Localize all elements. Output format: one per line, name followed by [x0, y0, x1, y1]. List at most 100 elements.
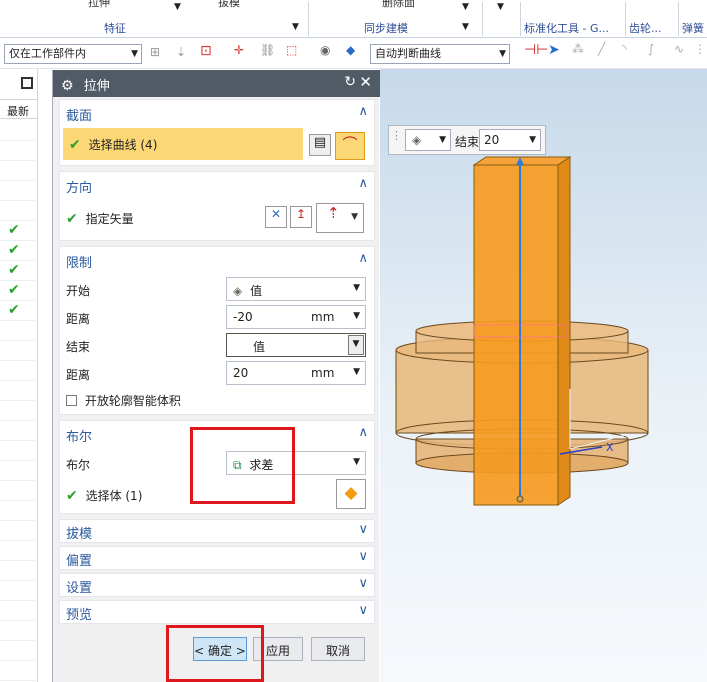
target-icon[interactable]: ✛ — [234, 43, 244, 57]
chevron-down-icon[interactable]: ▼ — [462, 22, 469, 32]
ribbon-group-sync-modeling[interactable]: 同步建模 — [364, 20, 408, 36]
table-row[interactable] — [0, 561, 38, 581]
settings-header[interactable]: 设置 ∨ — [60, 574, 374, 596]
ribbon-top-extrude[interactable]: 拉伸 — [88, 0, 110, 10]
reverse-direction-icon[interactable]: ✕ — [265, 206, 287, 228]
dialog-titlebar[interactable]: ⚙ 拉伸 ↻ ✕ — [53, 70, 380, 97]
more-icon[interactable]: ⋮ — [694, 42, 706, 56]
ribbon-group-springs[interactable]: 弹簧 — [682, 20, 704, 36]
table-row[interactable] — [0, 141, 38, 161]
stop-at-intersection-icon[interactable]: ⊣⊢ — [524, 42, 548, 58]
column-header-latest[interactable]: 最新 — [0, 99, 38, 119]
chevron-down-icon: ▼ — [353, 457, 360, 467]
curve-select-icon[interactable]: ⌒ — [335, 132, 365, 160]
table-row[interactable] — [0, 361, 38, 381]
close-icon[interactable]: ✕ — [359, 73, 372, 91]
curve-rule-select[interactable]: 自动判断曲线 ▼ — [370, 44, 510, 64]
handle-point[interactable] — [516, 495, 524, 503]
graphics-viewport[interactable]: ⋮ ◈ ▼ 结束 20 ▼ X — [380, 69, 707, 682]
sketch-section-icon[interactable]: ▤ — [309, 134, 331, 156]
chevron-up-icon[interactable]: ∧ — [358, 176, 368, 191]
point-snap-icon[interactable]: ⊡ — [200, 43, 212, 59]
gear-icon[interactable]: ⚙ — [61, 78, 74, 94]
table-row[interactable] — [0, 401, 38, 421]
table-row[interactable] — [0, 481, 38, 501]
table-row[interactable] — [0, 341, 38, 361]
ribbon-group-feature[interactable]: 特征 — [104, 20, 126, 36]
ribbon-group-std-tools[interactable]: 标准化工具 - G... — [524, 20, 609, 36]
end-type-select[interactable]: 值 ▼ — [226, 333, 366, 357]
table-row[interactable] — [0, 601, 38, 621]
chevron-down-icon[interactable]: ∨ — [358, 549, 368, 564]
table-row[interactable] — [0, 321, 38, 341]
vector-dialog-icon[interactable]: ↥ — [290, 206, 312, 228]
table-row[interactable]: ✔ — [0, 261, 38, 281]
ribbon-top-delete-face[interactable]: 删除面 — [382, 0, 415, 10]
line-icon[interactable]: ╱ — [598, 42, 605, 56]
chevron-down-icon[interactable]: ∨ — [358, 522, 368, 537]
direction-header[interactable]: 方向 ∧ — [60, 172, 374, 198]
table-row[interactable] — [0, 201, 38, 221]
curve-icon[interactable]: ∫ — [648, 42, 654, 56]
table-row[interactable] — [0, 121, 38, 141]
table-row[interactable]: ✔ — [0, 241, 38, 261]
table-row[interactable] — [0, 641, 38, 661]
chevron-down-icon[interactable]: ▼ — [292, 22, 299, 32]
preview-header[interactable]: 预览 ∨ — [60, 601, 374, 623]
table-row[interactable] — [0, 381, 38, 401]
open-profile-checkbox[interactable] — [66, 395, 77, 406]
follow-fillet-icon[interactable]: ➤ — [548, 42, 560, 58]
maximize-icon[interactable] — [21, 77, 33, 89]
start-distance-input[interactable]: -20 mm ▼ — [226, 305, 366, 329]
section-header[interactable]: 截面 ∧ — [60, 100, 374, 126]
table-row[interactable] — [0, 181, 38, 201]
measure-icon[interactable]: ⛓ — [260, 43, 275, 57]
table-row[interactable] — [0, 421, 38, 441]
table-row[interactable] — [0, 521, 38, 541]
select-body-row[interactable]: ✔ 选择体 (1) — [66, 487, 142, 504]
draft-header[interactable]: 拔模 ∨ — [60, 520, 374, 542]
table-row[interactable]: ✔ — [0, 301, 38, 321]
start-type-select[interactable]: ◈ 值 ▼ — [226, 277, 366, 301]
cube-icon[interactable]: ◆ — [346, 43, 355, 57]
snap-tool-icon[interactable]: ⇣ — [176, 45, 186, 59]
table-row[interactable] — [0, 661, 38, 681]
table-row[interactable] — [0, 501, 38, 521]
end-distance-input[interactable]: 20 mm ▼ — [226, 361, 366, 385]
chevron-up-icon[interactable]: ∧ — [358, 104, 368, 119]
vector-type-dropdown[interactable]: ⇡ ▼ — [316, 203, 364, 233]
select-curve-row[interactable]: ✔ 选择曲线 (4) — [63, 128, 303, 160]
table-row[interactable] — [0, 461, 38, 481]
ribbon-top-draft[interactable]: 拔模 — [218, 0, 240, 10]
open-profile-row[interactable]: 开放轮廓智能体积 — [66, 392, 181, 409]
extrude-dialog: ⚙ 拉伸 ↻ ✕ 截面 ∧ ✔ 选择曲线 (4) ▤ ⌒ 方向 ∧ ✔ 指定矢量… — [52, 70, 380, 682]
feature-curves-icon[interactable]: ⁂ — [572, 42, 584, 56]
chevron-up-icon[interactable]: ∧ — [358, 425, 368, 440]
filter-scope-select[interactable]: 仅在工作部件内 ▼ — [4, 44, 142, 64]
chevron-down-icon[interactable]: ∨ — [358, 603, 368, 618]
table-row[interactable] — [0, 621, 38, 641]
offset-header[interactable]: 偏置 ∨ — [60, 547, 374, 569]
chevron-down-icon[interactable]: ▼ — [174, 2, 181, 12]
table-row[interactable] — [0, 441, 38, 461]
chevron-up-icon[interactable]: ∧ — [358, 251, 368, 266]
ribbon-group-gears[interactable]: 齿轮... — [629, 20, 662, 36]
reset-icon[interactable]: ↻ — [344, 74, 356, 90]
specify-vector-row[interactable]: ✔ 指定矢量 — [66, 210, 134, 227]
spline-icon[interactable]: ∿ — [674, 42, 684, 56]
cancel-button[interactable]: 取消 — [311, 637, 365, 661]
table-row[interactable] — [0, 161, 38, 181]
box-select-icon[interactable]: ⬚ — [286, 43, 297, 57]
sphere-icon[interactable]: ◉ — [320, 43, 330, 57]
arc-icon[interactable]: ◝ — [622, 42, 627, 56]
chevron-down-icon[interactable]: ▼ — [497, 2, 504, 12]
table-row[interactable]: ✔ — [0, 281, 38, 301]
limits-header[interactable]: 限制 ∧ — [60, 247, 374, 273]
table-row[interactable] — [0, 581, 38, 601]
table-row[interactable] — [0, 541, 38, 561]
select-tool-icon[interactable]: ⊞ — [150, 45, 160, 59]
chevron-down-icon[interactable]: ∨ — [358, 576, 368, 591]
table-row[interactable]: ✔ — [0, 221, 38, 241]
chevron-down-icon[interactable]: ▼ — [462, 2, 469, 12]
select-body-icon[interactable]: ◆ — [336, 479, 366, 509]
